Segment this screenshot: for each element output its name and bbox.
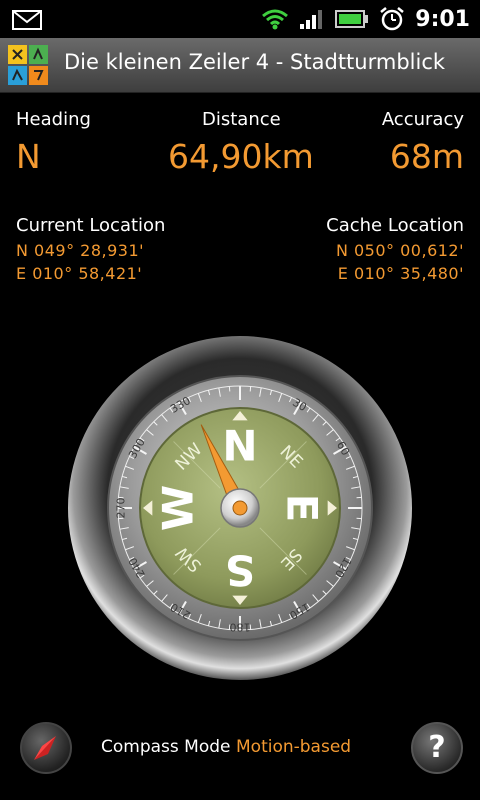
status-time: 9:01 (415, 6, 470, 32)
degree-label: 180 (230, 621, 251, 634)
compass-mode-label: Compass Mode (101, 737, 231, 757)
cardinal-s: S (225, 546, 255, 595)
help-icon: ? (428, 730, 446, 765)
cardinal-w: W (154, 485, 203, 531)
cardinal-n: N (222, 422, 257, 471)
compass-needle-icon (34, 736, 56, 760)
accuracy-label: Accuracy (381, 109, 464, 130)
page-title: Die kleinen Zeiler 4 - Stadtturmblick (64, 50, 446, 74)
signal-icon (300, 10, 323, 29)
title-bar: Die kleinen Zeiler 4 - Stadtturmblick (0, 38, 480, 93)
compass-mode-button[interactable] (20, 722, 72, 774)
current-location-label: Current Location (16, 215, 166, 236)
cache-location-lat: N 050° 00,612' (335, 241, 464, 260)
distance-value: 64,90km (168, 137, 314, 176)
compass-dial: 330 3060120150180210240270300 NESW NESESW… (68, 336, 412, 680)
heading-value: N (16, 137, 41, 176)
help-button[interactable]: ? (411, 722, 463, 774)
footer-bar: Compass Mode Motion-based ? (0, 700, 480, 800)
geocaching-logo-icon (8, 45, 48, 85)
heading-label: Heading (16, 109, 91, 130)
compass-mode-value[interactable]: Motion-based (236, 737, 351, 757)
compass: 330 30 60 120 150 180 210 240 270 300 NESW NE SE SW… (65, 333, 415, 683)
mail-icon (12, 10, 42, 30)
alarm-icon (380, 7, 405, 31)
status-bar: 9:01 (0, 0, 480, 38)
wifi-icon (262, 9, 289, 30)
battery-icon (335, 10, 369, 28)
compass-center-dot (232, 500, 248, 516)
degree-label: 270 (115, 498, 128, 519)
cache-location-lon: E 010° 35,480' (337, 264, 464, 283)
current-location-lat: N 049° 28,931' (16, 241, 145, 260)
current-location-lon: E 010° 58,421' (16, 264, 143, 283)
cardinal-e: E (278, 494, 327, 523)
accuracy-value: 68m (389, 137, 464, 176)
cache-location-label: Cache Location (326, 215, 464, 236)
distance-label: Distance (202, 109, 281, 130)
